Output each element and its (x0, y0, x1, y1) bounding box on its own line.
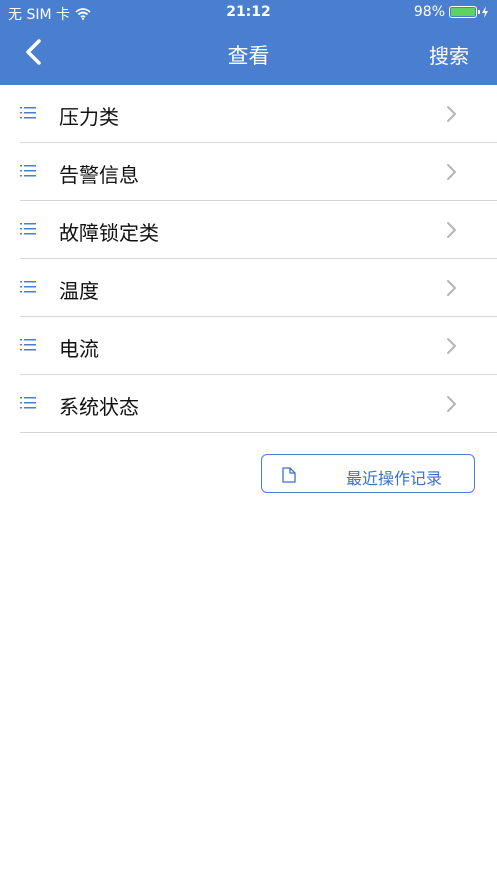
list-icon (20, 397, 36, 409)
chevron-right-icon (447, 164, 456, 180)
status-bar: 无 SIM 卡 21:12 98% (0, 0, 497, 26)
nav-bar: 查看 搜索 (0, 26, 497, 85)
battery-fill (451, 8, 475, 16)
list-icon (20, 339, 36, 351)
menu-item[interactable]: 故障锁定类 (0, 201, 497, 259)
menu-item-label: 告警信息 (59, 163, 139, 187)
page-title: 查看 (227, 44, 270, 68)
document-icon (282, 467, 296, 483)
list-icon (20, 107, 36, 119)
search-button[interactable]: 搜索 (429, 40, 469, 69)
battery-icon (449, 6, 480, 18)
recent-operations-label: 最近操作记录 (346, 469, 443, 488)
menu-item[interactable]: 系统状态 (0, 375, 497, 433)
top-bar: 无 SIM 卡 21:12 98% 查看 搜索 (0, 0, 497, 85)
menu-item[interactable]: 告警信息 (0, 143, 497, 201)
chevron-right-icon (447, 280, 456, 296)
chevron-right-icon (447, 338, 456, 354)
menu-item-label: 系统状态 (59, 395, 139, 419)
recent-operations-button[interactable]: 最近操作记录 (261, 454, 475, 493)
menu-item[interactable]: 压力类 (0, 85, 497, 143)
battery-group: 98% (414, 4, 489, 20)
charging-icon (482, 6, 488, 18)
list-icon (20, 165, 36, 177)
chevron-right-icon (447, 222, 456, 238)
menu-list: 压力类告警信息故障锁定类温度电流系统状态 (0, 85, 497, 433)
chevron-right-icon (447, 106, 456, 122)
list-icon (20, 281, 36, 293)
battery-percent: 98% (413, 4, 445, 20)
list-icon (20, 223, 36, 235)
menu-item-label: 压力类 (59, 105, 119, 129)
divider (20, 432, 497, 433)
menu-item-label: 电流 (59, 337, 99, 361)
chevron-right-icon (447, 396, 456, 412)
menu-item[interactable]: 温度 (0, 259, 497, 317)
menu-item-label: 温度 (59, 279, 99, 303)
menu-item[interactable]: 电流 (0, 317, 497, 375)
menu-item-label: 故障锁定类 (59, 221, 159, 245)
